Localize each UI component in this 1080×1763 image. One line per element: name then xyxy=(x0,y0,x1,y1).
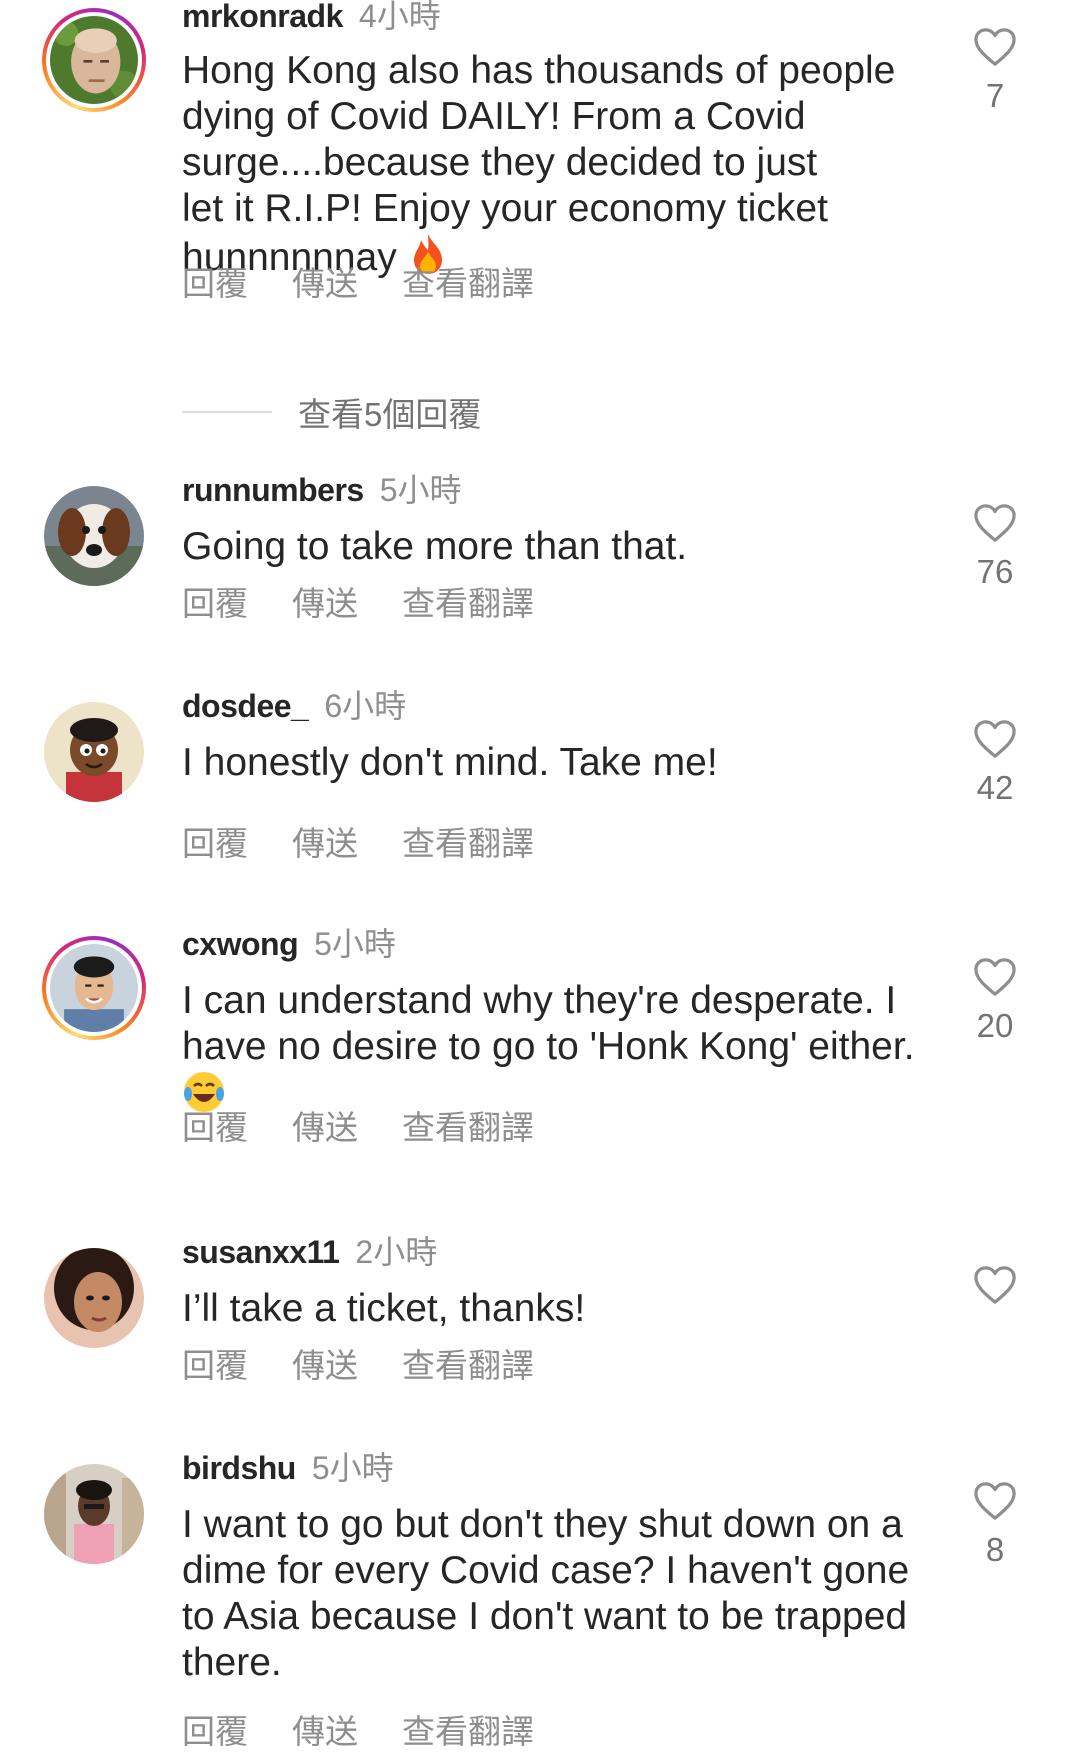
translate-button[interactable]: 查看翻譯 xyxy=(402,585,534,622)
avatar-wrap[interactable] xyxy=(42,1462,146,1566)
reply-button[interactable]: 回覆 xyxy=(182,825,248,862)
reply-button[interactable]: 回覆 xyxy=(182,585,248,622)
avatar-story-ring[interactable] xyxy=(42,936,146,1040)
reply-button[interactable]: 回覆 xyxy=(182,265,248,302)
like-count: 42 xyxy=(976,769,1014,806)
comment-actions: 回覆 傳送 查看翻譯 xyxy=(182,1712,578,1752)
comment-actions: 回覆 傳送 查看翻譯 xyxy=(182,824,578,864)
replies-divider xyxy=(182,411,272,413)
like-button[interactable]: 7 xyxy=(965,26,1025,116)
avatar-story-ring[interactable] xyxy=(42,8,146,112)
heart-icon xyxy=(974,958,1016,996)
avatar-wrap[interactable] xyxy=(42,700,146,804)
like-count: 7 xyxy=(985,77,1005,114)
send-button[interactable]: 傳送 xyxy=(292,825,358,862)
avatar xyxy=(44,1464,144,1564)
comment-line: Hong Kong also has thousands of people xyxy=(182,49,896,92)
comment-text: I can understand why they're desperate. … xyxy=(182,978,922,1125)
timestamp: 6小時 xyxy=(324,688,407,724)
like-button[interactable]: 20 xyxy=(965,956,1025,1046)
comment-text: Going to take more than that. xyxy=(182,524,922,570)
heart-icon xyxy=(974,1482,1016,1520)
comment-line: have no desire to go to 'Honk Kong' eith… xyxy=(182,1025,915,1068)
like-button[interactable]: 42 xyxy=(965,718,1025,808)
comment-actions: 回覆 傳送 查看翻譯 xyxy=(182,584,578,624)
view-replies-label: 查看5個回覆 xyxy=(298,396,482,433)
view-replies[interactable]: 查看5個回覆 xyxy=(182,392,481,433)
timestamp: 4小時 xyxy=(358,0,441,34)
comment-line: dime for every Covid case? I haven't gon… xyxy=(182,1549,910,1592)
avatar-wrap[interactable] xyxy=(42,484,146,588)
translate-button[interactable]: 查看翻譯 xyxy=(402,1713,534,1750)
avatar xyxy=(50,16,138,104)
reply-button[interactable]: 回覆 xyxy=(182,1109,248,1146)
send-button[interactable]: 傳送 xyxy=(292,1347,358,1384)
like-count: 8 xyxy=(985,1531,1005,1568)
reply-button[interactable]: 回覆 xyxy=(182,1713,248,1750)
comment-text: Hong Kong also has thousands of people d… xyxy=(182,48,922,287)
comment-line: Going to take more than that. xyxy=(182,525,688,568)
username[interactable]: dosdee_ xyxy=(182,688,309,724)
avatar xyxy=(44,486,144,586)
comment-text: I honestly don't mind. Take me! xyxy=(182,740,922,786)
like-button[interactable]: 76 xyxy=(965,502,1025,592)
like-button[interactable] xyxy=(965,1264,1025,1314)
username[interactable]: mrkonradk xyxy=(182,0,343,34)
timestamp: 5小時 xyxy=(314,926,396,962)
comment-actions: 回覆 傳送 查看翻譯 xyxy=(182,1108,578,1148)
comment-actions: 回覆 傳送 查看翻譯 xyxy=(182,264,578,304)
comment-line: I’ll take a ticket, thanks! xyxy=(182,1287,586,1330)
avatar xyxy=(44,1248,144,1348)
reply-button[interactable]: 回覆 xyxy=(182,1347,248,1384)
comment-actions: 回覆 傳送 查看翻譯 xyxy=(182,1346,578,1386)
like-count: 20 xyxy=(976,1007,1014,1044)
translate-button[interactable]: 查看翻譯 xyxy=(402,1347,534,1384)
translate-button[interactable]: 查看翻譯 xyxy=(402,825,534,862)
send-button[interactable]: 傳送 xyxy=(292,585,358,622)
username[interactable]: runnumbers xyxy=(182,472,364,508)
comment-line: dying of Covid DAILY! From a Covid xyxy=(182,95,806,138)
username[interactable]: susanxx11 xyxy=(182,1234,340,1270)
comment-text: I want to go but don't they shut down on… xyxy=(182,1502,922,1686)
avatar-wrap[interactable] xyxy=(42,1246,146,1350)
username[interactable]: cxwong xyxy=(182,926,299,962)
send-button[interactable]: 傳送 xyxy=(292,1713,358,1750)
comment-line: I can understand why they're desperate. … xyxy=(182,979,897,1022)
avatar xyxy=(44,702,144,802)
comment-line: I honestly don't mind. Take me! xyxy=(182,741,718,784)
heart-icon xyxy=(974,28,1016,66)
timestamp: 5小時 xyxy=(311,1450,394,1486)
translate-button[interactable]: 查看翻譯 xyxy=(402,1109,534,1146)
comment-line: surge....because they decided to just xyxy=(182,141,818,184)
comment-line: there. xyxy=(182,1641,282,1684)
username[interactable]: birdshu xyxy=(182,1450,296,1486)
heart-icon xyxy=(974,720,1016,758)
send-button[interactable]: 傳送 xyxy=(292,1109,358,1146)
timestamp: 2小時 xyxy=(355,1234,438,1270)
send-button[interactable]: 傳送 xyxy=(292,265,358,302)
comment-line: to Asia because I don't want to be trapp… xyxy=(182,1595,908,1638)
like-button[interactable]: 8 xyxy=(965,1480,1025,1570)
comments-list: mrkonradk 4小時 Hong Kong also has thousand… xyxy=(0,0,1080,1763)
comment-line: let it R.I.P! Enjoy your economy ticket xyxy=(182,187,828,230)
comment-text: I’ll take a ticket, thanks! xyxy=(182,1286,922,1332)
heart-icon xyxy=(974,1266,1016,1304)
avatar xyxy=(50,944,138,1032)
comment-line: I want to go but don't they shut down on… xyxy=(182,1503,903,1546)
like-count: 76 xyxy=(976,553,1014,590)
translate-button[interactable]: 查看翻譯 xyxy=(402,265,534,302)
timestamp: 5小時 xyxy=(379,472,462,508)
heart-icon xyxy=(974,504,1016,542)
